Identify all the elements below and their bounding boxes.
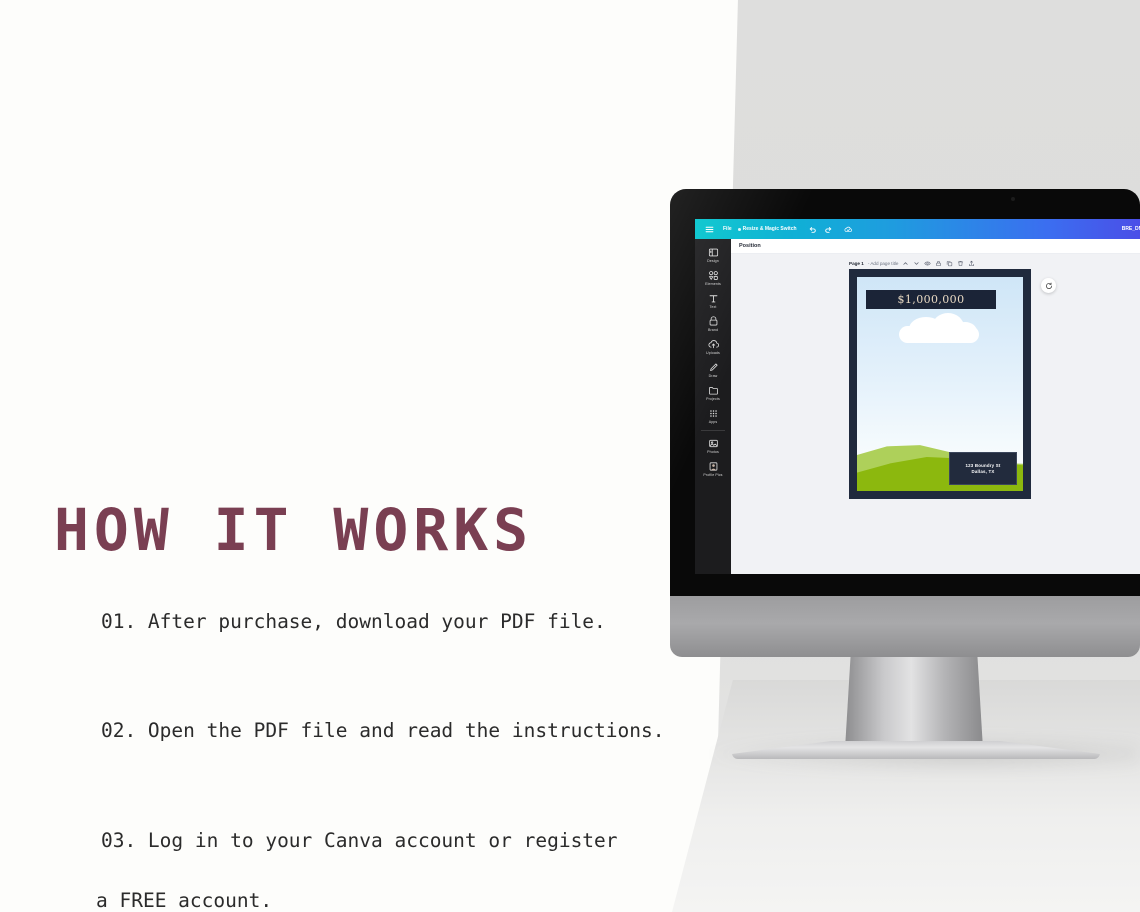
canva-body: Design Elements Text Brand Uploads Draw …	[695, 239, 1140, 574]
canva-app-window: File Resize & Magic Switch BRE_D Design …	[695, 219, 1140, 574]
address-box[interactable]: 123 Boundry St Dallas, TX	[949, 452, 1017, 485]
cloud-graphic	[899, 313, 979, 343]
step-text: 03. Log in to your Canva account or regi…	[100, 829, 618, 853]
sidebar-item-label: Apps	[708, 420, 718, 424]
page-title: HOW IT WORKS	[54, 496, 534, 564]
redo-icon[interactable]	[821, 221, 837, 237]
sidebar-item-label: Text	[709, 305, 717, 309]
canvas-area[interactable]: Page 1 - Add page title $1,000,000 123 B…	[731, 254, 1140, 574]
desktop-monitor: File Resize & Magic Switch BRE_D Design …	[670, 189, 1140, 759]
design-icon	[708, 247, 719, 258]
sidebar-item-photos[interactable]: Photos	[695, 434, 731, 457]
resize-magic-switch-button[interactable]: Resize & Magic Switch	[737, 226, 797, 232]
monitor-chin	[670, 596, 1140, 657]
editor-toolbar: Position	[731, 239, 1140, 254]
page-number-label: Page 1	[849, 261, 864, 266]
cloud-saved-icon[interactable]	[841, 221, 857, 237]
sidebar-item-apps[interactable]: Apps	[695, 404, 731, 427]
sidebar-item-uploads[interactable]: Uploads	[695, 335, 731, 358]
document-title[interactable]: BRE_DM_Prop	[1122, 226, 1140, 232]
resize-label: Resize & Magic Switch	[742, 226, 797, 232]
sidebar-item-label: Profile Pics	[703, 473, 723, 477]
price-banner[interactable]: $1,000,000	[866, 290, 996, 309]
photos-icon	[708, 438, 719, 449]
profile-pics-icon	[708, 461, 719, 472]
sidebar-item-draw[interactable]: Draw	[695, 358, 731, 381]
instructions-section: HOW IT WORKS 01. After purchase, downloa…	[54, 500, 694, 912]
elements-icon	[708, 270, 719, 281]
sidebar-item-label: Projects	[706, 397, 720, 401]
sidebar-item-label: Photos	[707, 450, 719, 454]
sidebar-item-label: Draw	[708, 374, 718, 378]
apps-icon	[708, 408, 719, 419]
canva-top-bar: File Resize & Magic Switch BRE_D	[695, 219, 1140, 239]
page-header: Page 1 - Add page title	[849, 260, 975, 267]
magic-dot-icon	[737, 227, 741, 231]
brand-icon	[708, 316, 719, 327]
sidebar-item-label: Brand	[707, 328, 719, 332]
file-menu-button[interactable]: File	[717, 226, 738, 232]
monitor-stand-neck	[845, 657, 983, 749]
design-canvas[interactable]: $1,000,000 123 Boundry St Dallas, TX	[849, 269, 1031, 499]
sidebar-item-label: Elements	[705, 282, 721, 286]
lock-icon[interactable]	[935, 260, 942, 267]
sidebar-item-brand[interactable]: Brand	[695, 312, 731, 335]
address-line-1: 123 Boundry St	[965, 463, 1001, 468]
hamburger-menu-icon[interactable]	[701, 221, 717, 237]
sidebar-item-profile-pics[interactable]: Profile Pics	[695, 457, 731, 480]
step-text: 02. Open the PDF file and read the instr…	[100, 719, 665, 743]
sidebar-item-label: Uploads	[706, 351, 720, 355]
page-title-placeholder[interactable]: - Add page title	[868, 261, 899, 266]
eye-icon[interactable]	[924, 260, 932, 267]
list-item: 03. Log in to your Canva account or regi…	[54, 797, 694, 912]
canva-main-panel: Position Page 1 - Add page title $1,000,…	[731, 239, 1140, 574]
canva-sidebar: Design Elements Text Brand Uploads Draw …	[695, 239, 731, 574]
duplicate-icon[interactable]	[946, 260, 953, 267]
chevron-down-icon[interactable]	[913, 260, 920, 267]
projects-icon	[708, 385, 719, 396]
design-artwork: $1,000,000 123 Boundry St Dallas, TX	[857, 277, 1023, 491]
list-item: 02. Open the PDF file and read the instr…	[54, 687, 694, 776]
sidebar-item-text[interactable]: Text	[695, 289, 731, 312]
chevron-up-icon[interactable]	[902, 260, 909, 267]
webcam-icon	[1011, 197, 1015, 201]
step-text: 01. After purchase, download your PDF fi…	[100, 609, 606, 633]
sidebar-divider	[701, 430, 725, 431]
trash-icon[interactable]	[957, 260, 964, 267]
sidebar-item-label: Design	[707, 259, 719, 263]
text-icon	[708, 293, 719, 304]
undo-icon[interactable]	[805, 221, 821, 237]
position-button[interactable]: Position	[739, 243, 761, 249]
draw-icon	[708, 362, 719, 373]
sidebar-item-design[interactable]: Design	[695, 243, 731, 266]
price-text: $1,000,000	[897, 293, 965, 306]
export-icon[interactable]	[968, 260, 975, 267]
list-item: 01. After purchase, download your PDF fi…	[54, 577, 694, 666]
sidebar-item-elements[interactable]: Elements	[695, 266, 731, 289]
uploads-icon	[707, 339, 719, 350]
sidebar-item-projects[interactable]: Projects	[695, 381, 731, 404]
rotate-refresh-icon[interactable]	[1041, 278, 1056, 293]
step-subtext: a FREE account.	[96, 888, 273, 912]
address-line-2: Dallas, TX	[971, 469, 995, 474]
monitor-bezel: File Resize & Magic Switch BRE_D Design …	[670, 189, 1140, 596]
